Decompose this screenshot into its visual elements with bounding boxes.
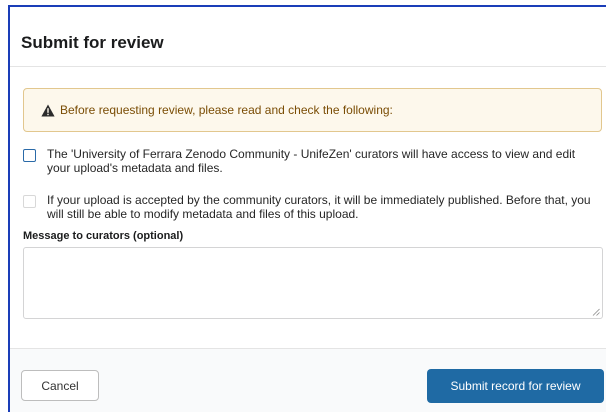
publish-check-row: If your upload is accepted by the commun… [23, 193, 606, 221]
message-textarea[interactable] [23, 247, 603, 319]
publish-checkbox[interactable] [23, 195, 36, 208]
modal-header: Submit for review [10, 7, 606, 67]
submit-review-button[interactable]: Submit record for review [427, 369, 604, 403]
resize-handle-icon[interactable] [592, 308, 600, 316]
modal-title: Submit for review [21, 33, 164, 52]
modal-body: Before requesting review, please read an… [10, 88, 606, 319]
message-label: Message to curators (optional) [23, 230, 184, 242]
publish-label: If your upload is accepted by the commun… [47, 193, 591, 221]
modal-footer: Cancel Submit record for review [10, 348, 606, 412]
warning-triangle-icon [41, 104, 55, 117]
curator-access-label: The 'University of Ferrara Zenodo Commun… [47, 147, 576, 175]
curator-access-checkbox[interactable] [23, 149, 36, 162]
warning-text: Before requesting review, please read an… [60, 103, 393, 117]
curator-access-check-row: The 'University of Ferrara Zenodo Commun… [23, 147, 606, 175]
cancel-button[interactable]: Cancel [21, 370, 99, 401]
warning-message: Before requesting review, please read an… [23, 88, 602, 132]
submit-review-modal: Submit for review Before requesting revi… [8, 5, 606, 412]
